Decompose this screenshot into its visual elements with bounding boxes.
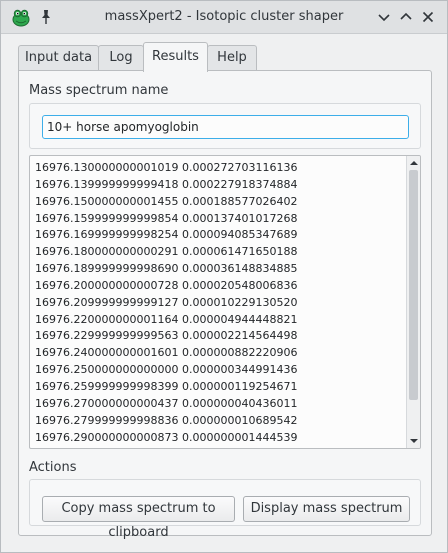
- result-line: 16976.290000000000873 0.000000001444539: [35, 430, 298, 444]
- tab-results[interactable]: Results: [143, 42, 208, 72]
- actions-label: Actions: [29, 460, 77, 475]
- app-window: massXpert2 - Isotopic cluster shaper Inp…: [0, 0, 448, 553]
- result-line: 16976.159999999999854 0.000137401017268: [35, 211, 298, 225]
- result-line: 16976.130000000001019 0.000272703116136: [35, 161, 298, 174]
- close-icon: [422, 11, 434, 23]
- close-button[interactable]: [420, 9, 436, 25]
- mass-spectrum-name-input[interactable]: 10+ horse apomyoglobin: [42, 115, 409, 139]
- result-line: 16976.189999999998690 0.000036148834885: [35, 262, 298, 276]
- results-panel: Mass spectrum name 10+ horse apomyoglobi…: [18, 70, 432, 540]
- vertical-scrollbar[interactable]: [406, 156, 420, 448]
- chevron-up-icon: [400, 12, 412, 20]
- tab-log[interactable]: Log: [98, 45, 144, 71]
- result-line: 16976.229999999999563 0.000002214564498: [35, 329, 298, 343]
- chevron-down-icon: [378, 14, 390, 22]
- result-line: 16976.220000000001164 0.000004944448821: [35, 312, 298, 326]
- result-line: 16976.270000000000437 0.000000040436011: [35, 396, 298, 410]
- result-line: 16976.240000000001601 0.000000882220906: [35, 346, 298, 360]
- mass-spectrum-name-label: Mass spectrum name: [29, 83, 169, 98]
- result-line: 16976.259999999998399 0.000000119254671: [35, 379, 298, 393]
- tab-input-data[interactable]: Input data: [18, 45, 99, 71]
- display-mass-spectrum-button[interactable]: Display mass spectrum: [243, 496, 410, 522]
- copy-mass-spectrum-button[interactable]: Copy mass spectrum to clipboard: [42, 496, 235, 540]
- result-line: 16976.150000000001455 0.000188577026402: [35, 194, 298, 208]
- minimize-button[interactable]: [376, 9, 392, 25]
- result-line: 16976.279999999998836 0.000000010689542: [35, 413, 298, 427]
- mass-spectrum-name-group: 10+ horse apomyoglobin: [29, 103, 421, 149]
- result-line: 16976.209999999999127 0.000010229130520: [35, 295, 298, 309]
- scroll-down-arrow-icon[interactable]: [409, 436, 419, 446]
- result-line: 16976.250000000000000 0.000000344991436: [35, 363, 298, 377]
- title-bar: massXpert2 - Isotopic cluster shaper: [1, 1, 447, 34]
- scrollbar-thumb[interactable]: [409, 170, 418, 400]
- actions-group: Copy mass spectrum to clipboard Display …: [29, 479, 421, 540]
- tab-help[interactable]: Help: [207, 45, 257, 71]
- maximize-button[interactable]: [398, 9, 414, 25]
- result-line: 16976.180000000000291 0.000061471650188: [35, 245, 298, 259]
- result-line: 16976.200000000000728 0.000020548006836: [35, 278, 298, 292]
- results-lines: 16976.130000000001019 0.000272703116136 1…: [35, 160, 407, 446]
- result-line: 16976.169999999998254 0.000094085347689: [35, 228, 298, 242]
- scroll-up-arrow-icon[interactable]: [409, 158, 419, 168]
- result-line: 16976.139999999999418 0.000227918374884: [35, 177, 298, 191]
- results-text-area[interactable]: 16976.130000000001019 0.000272703116136 1…: [29, 155, 421, 449]
